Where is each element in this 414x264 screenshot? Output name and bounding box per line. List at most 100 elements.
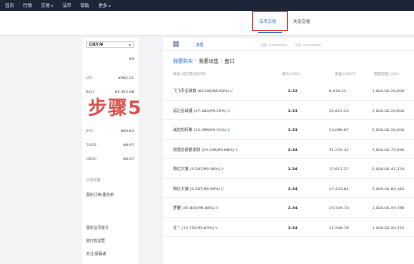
tab-block-trade[interactable]: 大宗交易 xyxy=(293,19,310,25)
price-cell: 2.33 xyxy=(288,127,298,132)
wallet-row: ETC ¥69.63 xyxy=(86,128,134,133)
price-cell: 2.34 xyxy=(288,224,298,230)
merchant-name[interactable]: 诺记全球通 (27.464/99.29%)V xyxy=(173,108,230,114)
merchant-name[interactable]: 诚信的阿勇 (22.588/99.51%)V xyxy=(173,127,230,133)
merchant-name[interactable]: 和我交易都发财 (25.338/99.86%)V xyxy=(173,147,238,153)
limit-cell: 3,000.00-64,163 xyxy=(372,185,405,191)
qty-cell: 27,420.61 xyxy=(329,185,349,191)
verified-badge: V xyxy=(221,166,224,171)
sidebar-link-orders[interactable]: 我的订单/委托单 xyxy=(86,192,114,198)
column-header-merchant: 商家 (成交数/成交率) xyxy=(173,72,207,76)
table-row[interactable]: 和红大城 (5.287/99.36%)V 2.34 17,617.27 2,000.0… xyxy=(163,159,414,179)
verified-badge: V xyxy=(227,127,231,132)
view-profile-link[interactable]: 查看 xyxy=(196,42,204,48)
wallet-coin: ETC xyxy=(86,128,94,133)
merchant-label: 诺记全球通 (27.464/99.29%) xyxy=(173,107,227,113)
nav-item[interactable]: 交易▼ xyxy=(41,3,53,9)
verified-badge: V xyxy=(221,185,224,191)
table-row[interactable]: 艾^ (13,753/99.63%)V 2.34 21,506.78 1,000.00… xyxy=(163,218,414,237)
price-cell: 2.34 xyxy=(288,205,298,210)
sidebar-link-fiat-account[interactable]: 我的法币账号 xyxy=(86,225,109,231)
stat-value: 0.00000000 xyxy=(303,42,322,47)
price-cell: 2.32 xyxy=(288,88,298,93)
wallet-row: USDC ¥6.97 xyxy=(86,156,134,161)
sidebar-link-payment-settings[interactable]: 收付款设置 xyxy=(86,238,105,244)
wallet-amount: ¥582.21 xyxy=(118,75,134,80)
tab-sell[interactable]: 我要出售 xyxy=(199,58,219,65)
qty-cell: 21,506.78 xyxy=(329,224,349,230)
table-row[interactable]: 诺记全球通 (27.464/99.29%)V 2.33 32,621.24 1,000… xyxy=(163,101,414,120)
tab-orderbook[interactable]: 盘口 xyxy=(224,58,234,65)
qty-cell: 24,068.67 xyxy=(329,127,349,132)
wallet-row: LTC ¥582.21 xyxy=(86,75,134,80)
merchant-name[interactable]: 飞飞币全球商 (61100/98.00%)V xyxy=(173,88,233,94)
highlight-annotation-box xyxy=(252,11,288,31)
column-header-qty[interactable]: 数量 (USDT) xyxy=(335,72,355,77)
stat-value: 0.00000000 xyxy=(269,42,288,47)
qty-cell: 25,549.74 xyxy=(329,205,349,210)
nav-item-label: 法币 xyxy=(62,3,72,9)
merchant-label: 艾^ (13,753/99.63%) xyxy=(173,224,215,230)
merchant-label: 飞飞币全球商 (61100/98.00%) xyxy=(173,88,230,93)
nav-item-label: 首页 xyxy=(5,3,14,9)
limit-cell: 2,000.00-20,000 xyxy=(372,127,405,132)
sidebar-section-title: 交易设置 xyxy=(86,178,101,182)
nav-item[interactable]: 法币 xyxy=(62,3,71,9)
nav-item[interactable]: 行情 xyxy=(23,3,32,9)
stat-label: 冻结 xyxy=(261,42,268,47)
verified-badge: V xyxy=(235,146,238,152)
qty-cell: 8,030.22 xyxy=(329,88,347,93)
chevron-down-icon: ▼ xyxy=(51,3,54,8)
table-row[interactable]: 梦醒 (35,645/99.08%)V 2.34 25,549.74 1,000.00… xyxy=(163,198,414,218)
step-annotation: 步骤5 xyxy=(88,97,143,119)
wallet-coin: TUSD xyxy=(86,142,97,147)
tab-separator: | xyxy=(195,58,197,64)
price-cell: 2.34 xyxy=(288,146,298,152)
verified-badge: V xyxy=(230,88,233,93)
tab-buy[interactable]: 我要购买 xyxy=(173,58,193,65)
merchant-name[interactable]: 艾^ (13,753/99.63%)V xyxy=(173,225,218,231)
limit-cell: 1,000.00-50,325 xyxy=(372,224,405,230)
tab-separator: | xyxy=(220,58,223,64)
merchant-label: 诚信的阿勇 (22.588/99.51%) xyxy=(173,127,227,132)
merchant-label: 梦醒 (35,645/99.08%) xyxy=(173,205,215,210)
merchant-name[interactable]: 和红大城 (5.287/99.36%)V xyxy=(173,186,224,192)
verified-badge: V xyxy=(215,224,218,230)
column-header-price[interactable]: 单价 (CNY) xyxy=(282,72,300,77)
avatar xyxy=(173,41,179,47)
merchant-label: 和红大城 (5.287/99.36%) xyxy=(173,166,221,171)
nav-item-label: 帮助 xyxy=(80,3,90,9)
column-header-limit[interactable]: 限额范围 (CNY) xyxy=(374,72,399,77)
merchant-name[interactable]: 梦醒 (35,645/99.08%)V xyxy=(173,205,219,211)
main-panel: 查看 冻结 0.00000000 可用 0.00000000 我要购买 | 我要… xyxy=(163,38,414,264)
currency-select[interactable]: CNY/¥ ▼ xyxy=(86,41,134,48)
merchant-label: 和红大城 (5.287/99.36%) xyxy=(173,185,221,191)
wallet-row: ¥9 xyxy=(86,56,134,61)
price-cell: 2.33 xyxy=(288,107,298,113)
table-header: 商家 (成交数/成交率) 单价 (CNY) 数量 (USDT) 限额范围 (CN… xyxy=(163,70,414,79)
ad-tabs: 我要购买 | 我要出售 | 盘口 xyxy=(173,58,234,65)
nav-item-label: 交易 xyxy=(41,3,50,9)
nav-item-label: 更多 xyxy=(98,3,108,9)
active-tab-indicator xyxy=(258,32,282,33)
nav-item[interactable]: 首页 xyxy=(5,3,14,9)
table-row[interactable]: 和红大城 (5.287/99.36%)V 2.34 27,420.61 3,000.0… xyxy=(163,179,414,198)
table-row[interactable]: 和我交易都发财 (25.338/99.86%)V 2.34 31,235.42 3,0… xyxy=(163,140,414,159)
qty-cell: 31,235.42 xyxy=(329,146,349,152)
price-cell: 2.34 xyxy=(288,166,298,171)
nav-item[interactable]: 帮助 xyxy=(80,3,89,9)
qty-cell: 32,621.24 xyxy=(329,107,349,113)
wallet-amount: ¥6.97 xyxy=(123,142,134,147)
wallet-coin: USDC xyxy=(86,156,97,161)
nav-item[interactable]: 更多▼ xyxy=(98,3,110,9)
verified-badge: V xyxy=(215,205,219,210)
table-row[interactable]: 诚信的阿勇 (22.588/99.51%)V 2.33 24,068.67 2,000… xyxy=(163,120,414,140)
wallet-amount: ¥6.97 xyxy=(123,156,134,161)
qty-cell: 17,617.27 xyxy=(329,166,349,171)
table-row[interactable]: 飞飞币全球商 (61100/98.00%)V 2.32 8,030.22 1,000.… xyxy=(163,81,414,101)
merchant-label: 和我交易都发财 (25.338/99.86%) xyxy=(173,146,235,152)
wallet-coin: LTC xyxy=(86,75,93,80)
currency-value: CNY/¥ xyxy=(89,42,104,47)
sidebar-link-follow-block[interactable]: 关注/屏蔽者 xyxy=(86,251,106,257)
merchant-name[interactable]: 和红大城 (5.287/99.36%)V xyxy=(173,166,224,172)
